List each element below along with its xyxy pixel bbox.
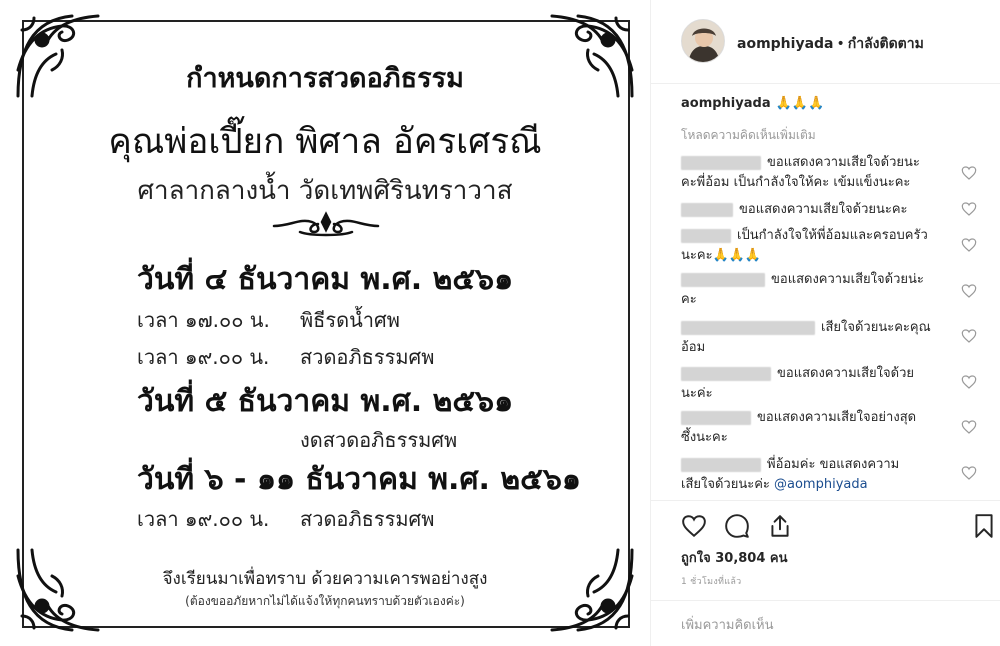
mention-link[interactable]: @aomphiyada [774, 477, 868, 492]
blurred-username [681, 272, 765, 287]
caption: aomphiyada 🙏🙏🙏 [681, 96, 824, 111]
comment-item: เป็นกำลังใจให้พี่อ้อมและครอบครัว นะคะ🙏🙏🙏 [681, 226, 961, 266]
header-line: aomphiyada • กำลังติดตาม [737, 33, 924, 55]
schedule-activity: สวดอภิธรรมศพ [300, 507, 435, 531]
like-comment-heart-icon[interactable] [961, 201, 977, 217]
comment-text: เสียใจด้วยนะค่ะ [681, 477, 770, 492]
comment-text: ขอแสดงความเสียใจด้วยนะ [767, 155, 920, 170]
following-button[interactable]: กำลังติดตาม [848, 36, 924, 52]
comment-text: คะ [681, 292, 697, 307]
notice-text: กำหนดการสวดอภิธรรม คุณพ่อเปี๊ยก พิศาล อั… [0, 0, 650, 646]
comment-item: พี่อ้อมค่ะ ขอแสดงความ เสียใจด้วยนะค่ะ @a… [681, 455, 961, 495]
like-comment-heart-icon[interactable] [961, 237, 977, 253]
notice-heading: กำหนดการสวดอภิธรรม [186, 63, 464, 94]
like-comment-heart-icon[interactable] [961, 465, 977, 481]
comment-text: นะคะ🙏🙏🙏 [681, 248, 762, 263]
deceased-name: คุณพ่อเปี๊ยก พิศาล อัครเศรณี [108, 122, 542, 162]
schedule-activity: สวดอภิธรรมศพ [300, 345, 435, 369]
comment-item: ขอแสดงความเสียใจด้วยน่ะ คะ [681, 270, 961, 310]
comment-text: เป็นกำลังใจให้พี่อ้อมและครอบครัว [737, 228, 928, 243]
comment-text: อ้อม [681, 340, 706, 355]
blurred-username [681, 320, 815, 335]
comment-item: ขอแสดงความเสียใจด้วย นะค่ะ [681, 364, 961, 404]
date-day3: วันที่ ๖ - ๑๑ ธันวาคม พ.ศ. ๒๕๖๑ [137, 462, 581, 497]
schedule-activity: งดสวดอภิธรรมศพ [300, 428, 458, 452]
comment-text: ซึ้งนะคะ [681, 430, 728, 445]
blurred-username [681, 155, 761, 170]
comment-item: ขอแสดงความเสียใจด้วยนะคะ [681, 200, 961, 220]
like-heart-icon[interactable] [681, 513, 707, 539]
comment-text: เสียใจด้วยนะคะคุณ [821, 320, 931, 335]
post-header: aomphiyada • กำลังติดตาม [651, 0, 1000, 84]
blurred-username [681, 366, 771, 381]
comment-text: ขอแสดงความเสียใจด้วย [777, 366, 914, 381]
blurred-username [681, 410, 751, 425]
comment-text: คะพี่อ้อม เป็นกำลังใจให้คะ เข้มแข็งนะคะ [681, 175, 911, 190]
avatar[interactable] [681, 19, 725, 63]
date-day1: วันที่ ๔ ธันวาคม พ.ศ. ๒๕๖๑ [137, 262, 514, 297]
post-image: กำหนดการสวดอภิธรรม คุณพ่อเปี๊ยก พิศาล อั… [0, 0, 650, 646]
comment-text: ขอแสดงความเสียใจด้วยนะคะ [739, 202, 908, 217]
schedule-activity: พิธีรดน้ำศพ [300, 308, 400, 332]
caption-username[interactable]: aomphiyada [681, 96, 771, 111]
comment-text: นะค่ะ [681, 386, 713, 401]
comment-text: ขอแสดงความเสียใจอย่างสุด [757, 410, 917, 425]
comment-item: ขอแสดงความเสียใจอย่างสุด ซึ้งนะคะ [681, 408, 961, 448]
ceremony-place: ศาลากลางน้ำ วัดเทพศิรินทราวาส [137, 176, 513, 206]
like-comment-heart-icon[interactable] [961, 283, 977, 299]
load-more-comments-button[interactable]: โหลดความคิดเห็นเพิ่มเติม [681, 126, 816, 145]
comment-text: พี่อ้อมค่ะ ขอแสดงความ [767, 457, 900, 472]
share-icon[interactable] [767, 513, 793, 539]
comments-pane: aomphiyada • กำลังติดตาม aomphiyada 🙏🙏🙏 โหล… [650, 0, 1000, 646]
header-username[interactable]: aomphiyada [737, 36, 833, 52]
blurred-username [681, 228, 731, 243]
schedule-time: เวลา ๑๙.๐๐ น. [137, 345, 270, 369]
comment-item: เสียใจด้วยนะคะคุณ อ้อม [681, 318, 961, 358]
add-comment-input[interactable] [681, 613, 971, 637]
schedule-time: เวลา ๑๗.๐๐ น. [137, 308, 270, 332]
like-comment-heart-icon[interactable] [961, 374, 977, 390]
add-comment-bar [651, 600, 1000, 646]
post-actions: ถูกใจ 30,804 คน 1 ชั่วโมงที่แล้ว [651, 500, 1000, 600]
comment-bubble-icon[interactable] [724, 513, 750, 539]
like-comment-heart-icon[interactable] [961, 165, 977, 181]
schedule-time: เวลา ๑๙.๐๐ น. [137, 507, 270, 531]
date-day2: วันที่ ๕ ธันวาคม พ.ศ. ๒๕๖๑ [137, 384, 514, 419]
comment-item: ขอแสดงความเสียใจด้วยนะ คะพี่อ้อม เป็นกำล… [681, 153, 961, 193]
blurred-username [681, 457, 761, 472]
notice-footnote: (ต้องขออภัยหากไม่ได้แจ้งให้ทุกคนทราบด้วย… [185, 594, 465, 608]
divider-ornament [270, 208, 382, 240]
like-comment-heart-icon[interactable] [961, 419, 977, 435]
header-separator: • [836, 36, 845, 52]
notice-footer: จึงเรียนมาเพื่อทราบ ด้วยความเคารพอย่างสู… [162, 569, 488, 589]
post-timestamp: 1 ชั่วโมงที่แล้ว [681, 577, 742, 587]
caption-text: 🙏🙏🙏 [775, 96, 825, 111]
likes-count[interactable]: ถูกใจ 30,804 คน [681, 547, 788, 568]
blurred-username [681, 202, 733, 217]
like-comment-heart-icon[interactable] [961, 328, 977, 344]
comment-text: ขอแสดงความเสียใจด้วยน่ะ [771, 272, 924, 287]
bookmark-icon[interactable] [971, 513, 997, 539]
